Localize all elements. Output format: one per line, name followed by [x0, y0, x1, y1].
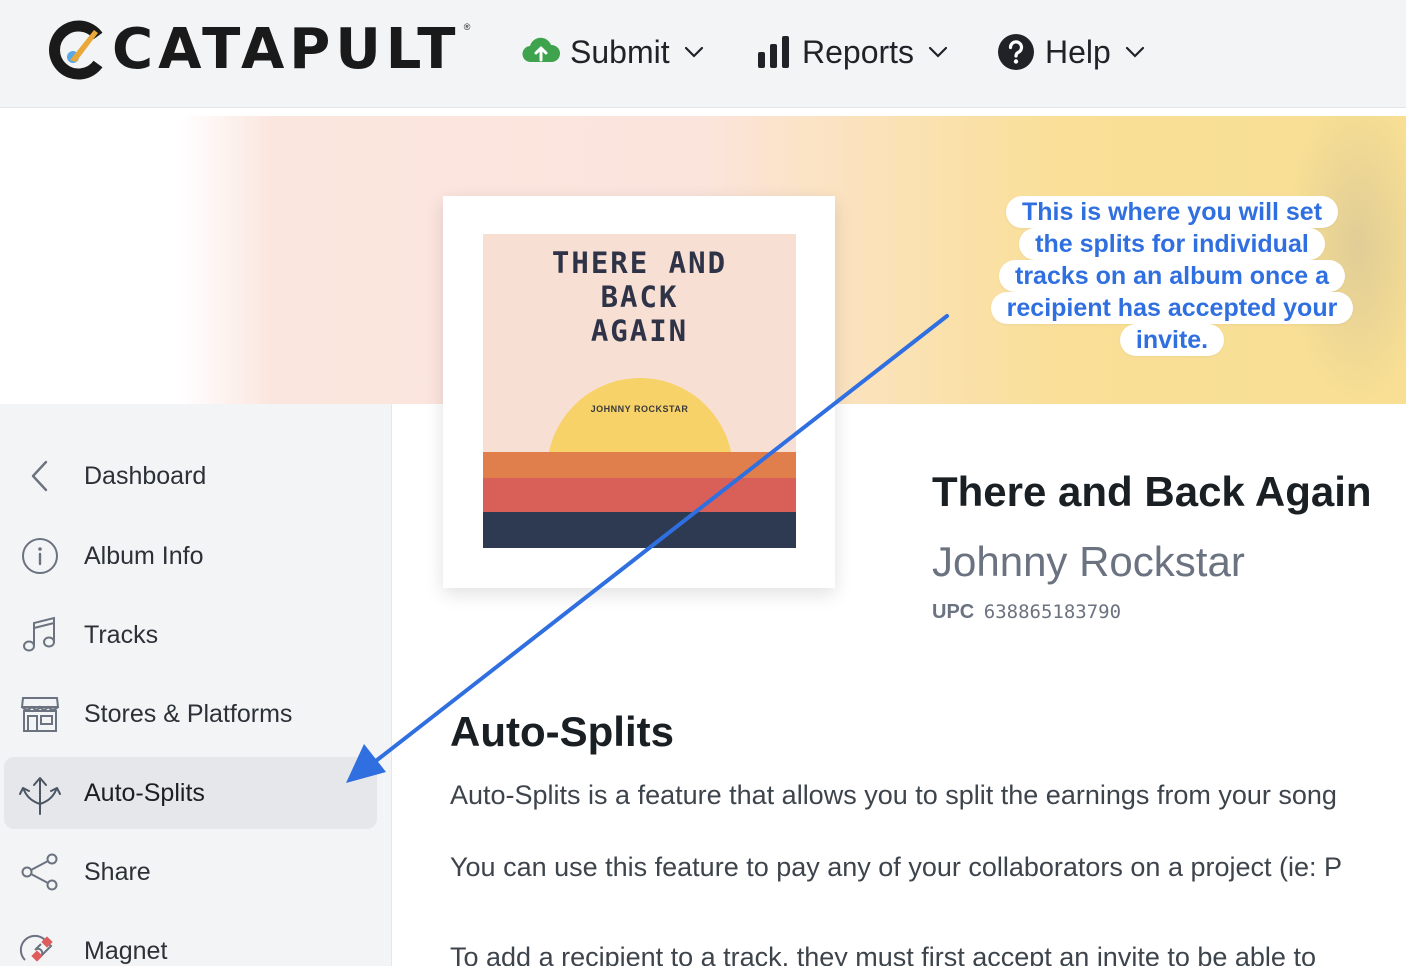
- help-circle-icon: [997, 33, 1035, 71]
- sidebar-item-label: Share: [84, 857, 151, 886]
- catapult-logo[interactable]: CATAPULT ®: [48, 17, 470, 82]
- sidebar-item-tracks[interactable]: Tracks: [4, 599, 377, 671]
- upc-value: 638865183790: [983, 601, 1122, 623]
- sidebar-item-album-info[interactable]: Album Info: [4, 520, 377, 592]
- chevron-left-icon: [18, 454, 62, 498]
- callout-line: the splits for individual: [1019, 228, 1325, 260]
- store-icon: [18, 692, 62, 736]
- section-title: Auto-Splits: [450, 708, 674, 755]
- sidebar-item-label: Magnet: [84, 936, 168, 965]
- sidebar-item-label: Auto-Splits: [84, 778, 205, 807]
- logo-mark-icon: [48, 20, 108, 80]
- album-artist: Johnny Rockstar: [932, 538, 1245, 585]
- sidebar-item-label: Stores & Platforms: [84, 699, 293, 728]
- chevron-down-icon: [928, 46, 948, 58]
- info-icon: [18, 534, 62, 578]
- nav-submit-label: Submit: [570, 33, 670, 70]
- section-paragraph: To add a recipient to a track, they must…: [450, 942, 1316, 966]
- sidebar-item-label: Dashboard: [84, 461, 207, 490]
- artwork-stripe: [483, 478, 796, 512]
- artwork-artist: JOHNNY ROCKSTAR: [590, 404, 689, 414]
- artwork-stripe: [483, 512, 796, 548]
- sidebar-item-label: Album Info: [84, 541, 204, 570]
- chevron-down-icon: [684, 46, 704, 58]
- logo-text: CATAPULT: [112, 17, 461, 82]
- album-title: There and Back Again: [932, 468, 1372, 515]
- artwork-title: THERE AND BACK AGAIN: [551, 246, 728, 348]
- logo-registered-mark: ®: [463, 22, 471, 32]
- chevron-down-icon: [1125, 46, 1145, 58]
- album-upc: UPC 638865183790: [932, 601, 1121, 624]
- split-arrows-icon: [18, 771, 62, 815]
- sidebar: Dashboard Album Info Tracks Stores & Pla…: [0, 404, 392, 966]
- section-paragraph: Auto-Splits is a feature that allows you…: [450, 780, 1337, 810]
- sidebar-item-stores-platforms[interactable]: Stores & Platforms: [4, 678, 377, 750]
- callout-line: invite.: [1119, 324, 1225, 356]
- top-nav: CATAPULT ® Submit Reports Help: [0, 0, 1406, 108]
- upc-label: UPC: [932, 601, 975, 623]
- callout-line: recipient has accepted your: [990, 292, 1354, 324]
- callout-line: This is where you will set: [1005, 196, 1339, 228]
- sidebar-item-dashboard[interactable]: Dashboard: [4, 440, 377, 512]
- tutorial-callout: This is where you will set the splits fo…: [962, 196, 1382, 356]
- share-icon: [18, 850, 62, 894]
- album-art-card: THERE AND BACK AGAIN JOHNNY ROCKSTAR: [443, 196, 835, 588]
- nav-reports-label: Reports: [802, 33, 915, 70]
- nav-submit[interactable]: Submit: [522, 26, 704, 78]
- sidebar-item-label: Tracks: [84, 620, 159, 649]
- section-paragraph: You can use this feature to pay any of y…: [450, 852, 1343, 882]
- nav-reports[interactable]: Reports: [756, 26, 948, 78]
- nav-help[interactable]: Help: [997, 26, 1145, 78]
- artwork-stripe: [483, 452, 796, 478]
- cloud-upload-icon: [522, 36, 560, 68]
- sidebar-item-share[interactable]: Share: [4, 836, 377, 908]
- nav-help-label: Help: [1045, 33, 1111, 70]
- callout-line: tracks on an album once a: [999, 260, 1345, 292]
- magnet-icon: [18, 929, 62, 966]
- bar-chart-icon: [756, 34, 792, 70]
- sidebar-item-auto-splits[interactable]: Auto-Splits: [4, 757, 377, 829]
- sidebar-item-magnet[interactable]: Magnet: [4, 915, 377, 966]
- music-note-icon: [18, 613, 62, 657]
- album-artwork: THERE AND BACK AGAIN JOHNNY ROCKSTAR: [483, 234, 796, 548]
